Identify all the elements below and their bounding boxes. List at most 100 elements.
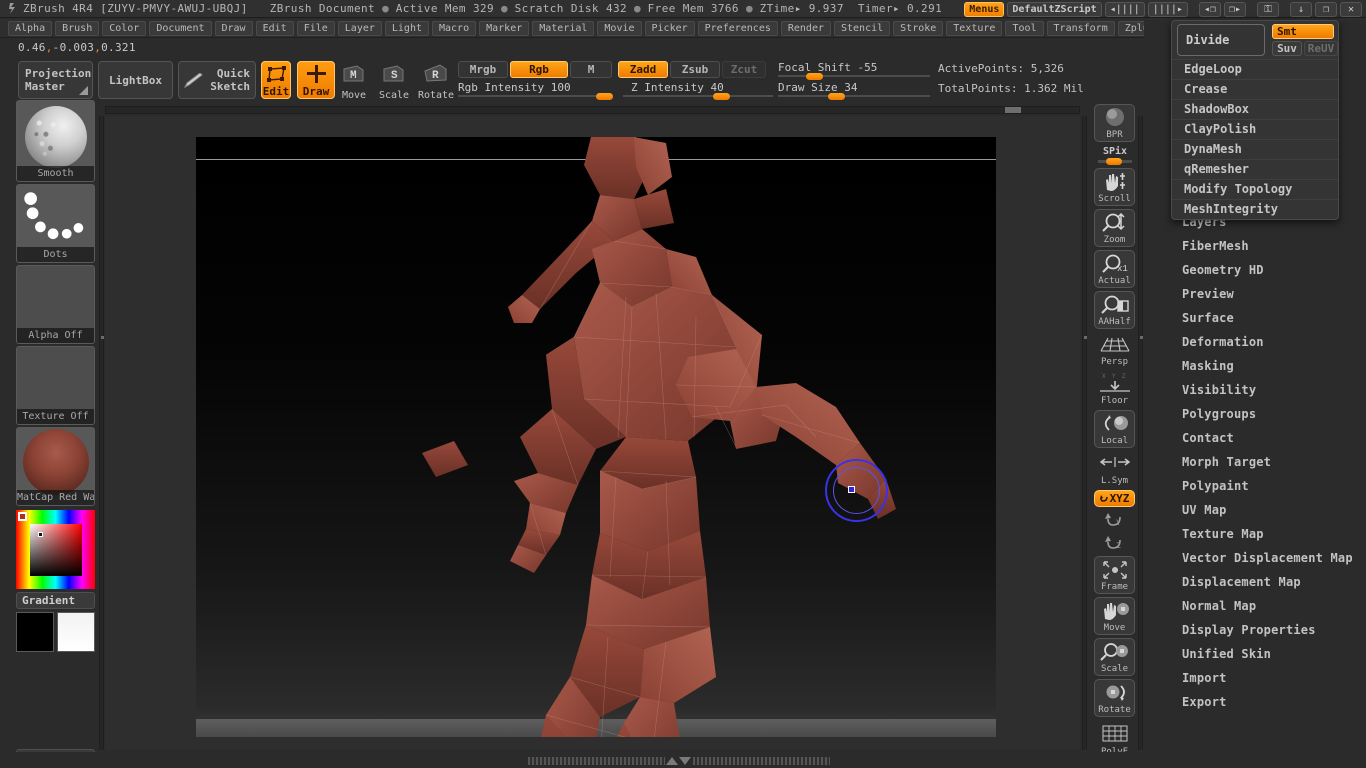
menu-item-movie[interactable]: Movie bbox=[597, 20, 642, 36]
popup-row-edgeloop[interactable]: EdgeLoop bbox=[1172, 59, 1338, 79]
mrgb-button[interactable]: Mrgb bbox=[458, 61, 508, 78]
palette-item-deformation[interactable]: Deformation bbox=[1182, 335, 1264, 349]
focal-shift-knob[interactable] bbox=[806, 73, 823, 80]
rail-aahalf-button[interactable]: AAHalf bbox=[1094, 291, 1135, 329]
close-button[interactable]: ✕ bbox=[1340, 1, 1362, 17]
reuv-button[interactable]: ReUV bbox=[1304, 41, 1338, 56]
palette-item-contact[interactable]: Contact bbox=[1182, 431, 1234, 445]
rgb-intensity-slider[interactable]: Rgb Intensity 100 bbox=[458, 81, 613, 100]
menu-item-edit[interactable]: Edit bbox=[255, 20, 294, 36]
item-next-button[interactable]: ❐▸ bbox=[1223, 1, 1246, 17]
zadd-button[interactable]: Zadd bbox=[618, 61, 668, 78]
menu-item-document[interactable]: Document bbox=[149, 20, 212, 36]
zsub-button[interactable]: Zsub bbox=[670, 61, 720, 78]
scroll-up-arrow-icon[interactable] bbox=[666, 757, 678, 765]
popup-row-dynamesh[interactable]: DynaMesh bbox=[1172, 139, 1338, 159]
canvas-viewport[interactable] bbox=[196, 137, 996, 737]
z-intensity-knob[interactable] bbox=[713, 93, 730, 100]
z-intensity-slider[interactable]: Z Intensity 40 bbox=[623, 81, 773, 100]
rail-scale-button[interactable]: Scale bbox=[1094, 638, 1135, 676]
item-prev-button[interactable]: ◂❐ bbox=[1198, 1, 1221, 17]
palette-item-masking[interactable]: Masking bbox=[1182, 359, 1234, 373]
brush-swatch[interactable]: Smooth bbox=[16, 100, 95, 182]
move-button[interactable]: M Move bbox=[340, 64, 368, 101]
projection-master-button[interactable]: Projection Master bbox=[18, 61, 93, 99]
menu-item-light[interactable]: Light bbox=[384, 20, 429, 36]
secondary-color-swatch[interactable] bbox=[57, 612, 95, 652]
material-swatch[interactable]: MatCap Red Wa bbox=[16, 427, 95, 506]
scroll-down-arrow-icon[interactable] bbox=[679, 757, 691, 765]
palette-item-geometry-hd[interactable]: Geometry HD bbox=[1182, 263, 1264, 277]
rail-rotz-button[interactable]: Z bbox=[1094, 532, 1135, 554]
rail-move-button[interactable]: Move bbox=[1094, 597, 1135, 635]
popup-row-meshintegrity[interactable]: MeshIntegrity bbox=[1172, 199, 1338, 219]
draw-button[interactable]: Draw bbox=[297, 61, 335, 99]
palette-item-normal-map[interactable]: Normal Map bbox=[1182, 599, 1256, 613]
menu-item-material[interactable]: Material bbox=[532, 20, 595, 36]
menu-item-texture[interactable]: Texture bbox=[946, 20, 1003, 36]
palette-item-fibermesh[interactable]: FiberMesh bbox=[1182, 239, 1249, 253]
sculpt-model[interactable] bbox=[196, 137, 996, 737]
menu-item-stroke[interactable]: Stroke bbox=[893, 20, 944, 36]
right-tray-divider[interactable] bbox=[1082, 116, 1087, 750]
palette-item-surface[interactable]: Surface bbox=[1182, 311, 1234, 325]
restore-button[interactable]: ❐ bbox=[1315, 1, 1337, 17]
menu-item-marker[interactable]: Marker bbox=[479, 20, 530, 36]
palette-item-uv-map[interactable]: UV Map bbox=[1182, 503, 1227, 517]
menu-item-stencil[interactable]: Stencil bbox=[834, 20, 891, 36]
gradient-button[interactable]: Gradient bbox=[16, 592, 95, 609]
menu-item-layer[interactable]: Layer bbox=[337, 20, 382, 36]
menu-item-picker[interactable]: Picker bbox=[644, 20, 695, 36]
palette-item-displacement-map[interactable]: Displacement Map bbox=[1182, 575, 1301, 589]
zscript-next-button[interactable]: ||||▸ bbox=[1147, 1, 1188, 17]
palette-tray-divider[interactable] bbox=[1138, 116, 1143, 750]
menu-item-color[interactable]: Color bbox=[102, 20, 147, 36]
palette-item-polygroups[interactable]: Polygroups bbox=[1182, 407, 1256, 421]
rail-zoom-button[interactable]: Zoom bbox=[1094, 209, 1135, 247]
draw-size-slider[interactable]: Draw Size 34 bbox=[778, 81, 930, 100]
menu-item-preferences[interactable]: Preferences bbox=[697, 20, 778, 36]
draw-size-knob[interactable] bbox=[828, 93, 845, 100]
main-color-swatch[interactable] bbox=[16, 612, 54, 652]
menu-item-file[interactable]: File bbox=[296, 20, 335, 36]
lightbox-button[interactable]: LightBox bbox=[98, 61, 173, 99]
spix-slider-knob[interactable] bbox=[1106, 158, 1122, 165]
palette-item-import[interactable]: Import bbox=[1182, 671, 1227, 685]
popup-row-shadowbox[interactable]: ShadowBox bbox=[1172, 99, 1338, 119]
scale-button[interactable]: S Scale bbox=[379, 64, 409, 101]
lock-icon[interactable]: ⚿ bbox=[1257, 1, 1279, 17]
zscript-prev-button[interactable]: ◂|||| bbox=[1104, 1, 1145, 17]
rail-scroll-button[interactable]: Scroll bbox=[1094, 168, 1135, 206]
canvas-horizontal-scrollbar[interactable] bbox=[105, 106, 1080, 114]
bottom-scroll-right[interactable] bbox=[693, 757, 830, 765]
spix-slider[interactable] bbox=[1098, 158, 1132, 165]
popup-row-claypolish[interactable]: ClayPolish bbox=[1172, 119, 1338, 139]
rail-roty-button[interactable]: Y bbox=[1094, 509, 1135, 531]
edit-button[interactable]: Edit bbox=[261, 61, 291, 99]
left-tray-divider[interactable] bbox=[99, 116, 104, 750]
palette-item-visibility[interactable]: Visibility bbox=[1182, 383, 1256, 397]
canvas-scroll-thumb[interactable] bbox=[1005, 107, 1021, 113]
stroke-swatch[interactable]: Dots bbox=[16, 184, 95, 263]
menu-item-transform[interactable]: Transform bbox=[1046, 20, 1115, 36]
rail-lsym-button[interactable]: L.Sym bbox=[1094, 451, 1135, 487]
palette-item-texture-map[interactable]: Texture Map bbox=[1182, 527, 1264, 541]
palette-item-polypaint[interactable]: Polypaint bbox=[1182, 479, 1249, 493]
rgb-button[interactable]: Rgb bbox=[510, 61, 568, 78]
popup-row-crease[interactable]: Crease bbox=[1172, 79, 1338, 99]
palette-item-preview[interactable]: Preview bbox=[1182, 287, 1234, 301]
menu-item-render[interactable]: Render bbox=[780, 20, 831, 36]
suv-button[interactable]: Suv bbox=[1272, 41, 1302, 56]
focal-shift-slider[interactable]: Focal Shift -55 bbox=[778, 61, 930, 80]
palette-item-vector-displacement-map[interactable]: Vector Displacement Map bbox=[1182, 551, 1353, 565]
rail-floor-button[interactable]: X Y Z Floor bbox=[1094, 369, 1135, 407]
palette-item-morph-target[interactable]: Morph Target bbox=[1182, 455, 1271, 469]
rail-local-button[interactable]: Local bbox=[1094, 410, 1135, 448]
rail-actual-button[interactable]: x1 Actual bbox=[1094, 250, 1135, 288]
palette-item-display-properties[interactable]: Display Properties bbox=[1182, 623, 1316, 637]
zcut-button[interactable]: Zcut bbox=[722, 61, 766, 78]
popup-row-qremesher[interactable]: qRemesher bbox=[1172, 159, 1338, 179]
palette-item-unified-skin[interactable]: Unified Skin bbox=[1182, 647, 1271, 661]
menus-button[interactable]: Menus bbox=[964, 1, 1005, 17]
m-button[interactable]: M bbox=[570, 61, 612, 78]
